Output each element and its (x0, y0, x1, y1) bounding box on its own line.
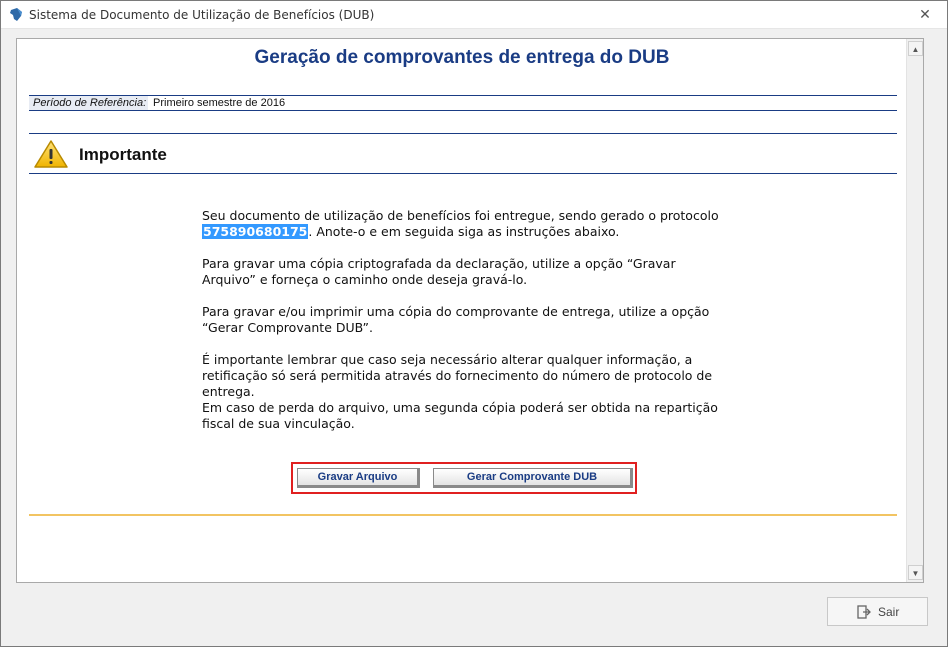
important-heading: Importante (79, 145, 167, 164)
exit-door-icon (857, 605, 871, 619)
warning-triangle-icon (34, 140, 68, 168)
main-window: Sistema de Documento de Utilização de Be… (0, 0, 948, 647)
close-icon[interactable]: ✕ (917, 7, 933, 23)
gravar-arquivo-button[interactable]: Gravar Arquivo (297, 468, 420, 488)
buttons-highlight-box: Gravar Arquivo Gerar Comprovante DUB (291, 462, 637, 494)
period-value: Primeiro semestre de 2016 (153, 97, 286, 109)
title-bar: Sistema de Documento de Utilização de Be… (1, 1, 947, 29)
message-paragraph-protocol: Seu documento de utilização de benefício… (202, 208, 732, 240)
scroll-down-icon[interactable]: ▼ (908, 565, 923, 580)
period-label: Período de Referência: (29, 96, 148, 110)
message-paragraph-perda: Em caso de perda do arquivo, uma segunda… (202, 400, 718, 431)
message-text: . Anote-o e em seguida siga as instruçõe… (308, 224, 620, 239)
brazil-map-icon (10, 8, 22, 21)
sair-button[interactable]: Sair (827, 597, 928, 626)
protocol-number[interactable]: 575890680175 (202, 224, 309, 239)
message-text: Seu documento de utilização de benefício… (202, 208, 719, 223)
content-panel: Geração de comprovantes de entrega do DU… (16, 38, 924, 583)
divider-orange (29, 514, 897, 516)
divider (29, 173, 897, 174)
window-title: Sistema de Documento de Utilização de Be… (29, 8, 375, 22)
vertical-scrollbar[interactable]: ▲ ▼ (906, 39, 923, 582)
gerar-comprovante-button[interactable]: Gerar Comprovante DUB (433, 468, 633, 488)
sair-label: Sair (878, 605, 900, 619)
message-paragraph-gerar: Para gravar e/ou imprimir uma cópia do c… (202, 304, 710, 335)
divider (29, 133, 897, 134)
period-bar: Período de Referência: Primeiro semestre… (29, 95, 897, 111)
message-paragraph-gravar: Para gravar uma cópia criptografada da d… (202, 256, 676, 287)
page-title: Geração de comprovantes de entrega do DU… (254, 47, 670, 68)
scroll-up-icon[interactable]: ▲ (908, 41, 923, 56)
message-paragraph-retificacao: É importante lembrar que caso seja neces… (202, 352, 713, 399)
